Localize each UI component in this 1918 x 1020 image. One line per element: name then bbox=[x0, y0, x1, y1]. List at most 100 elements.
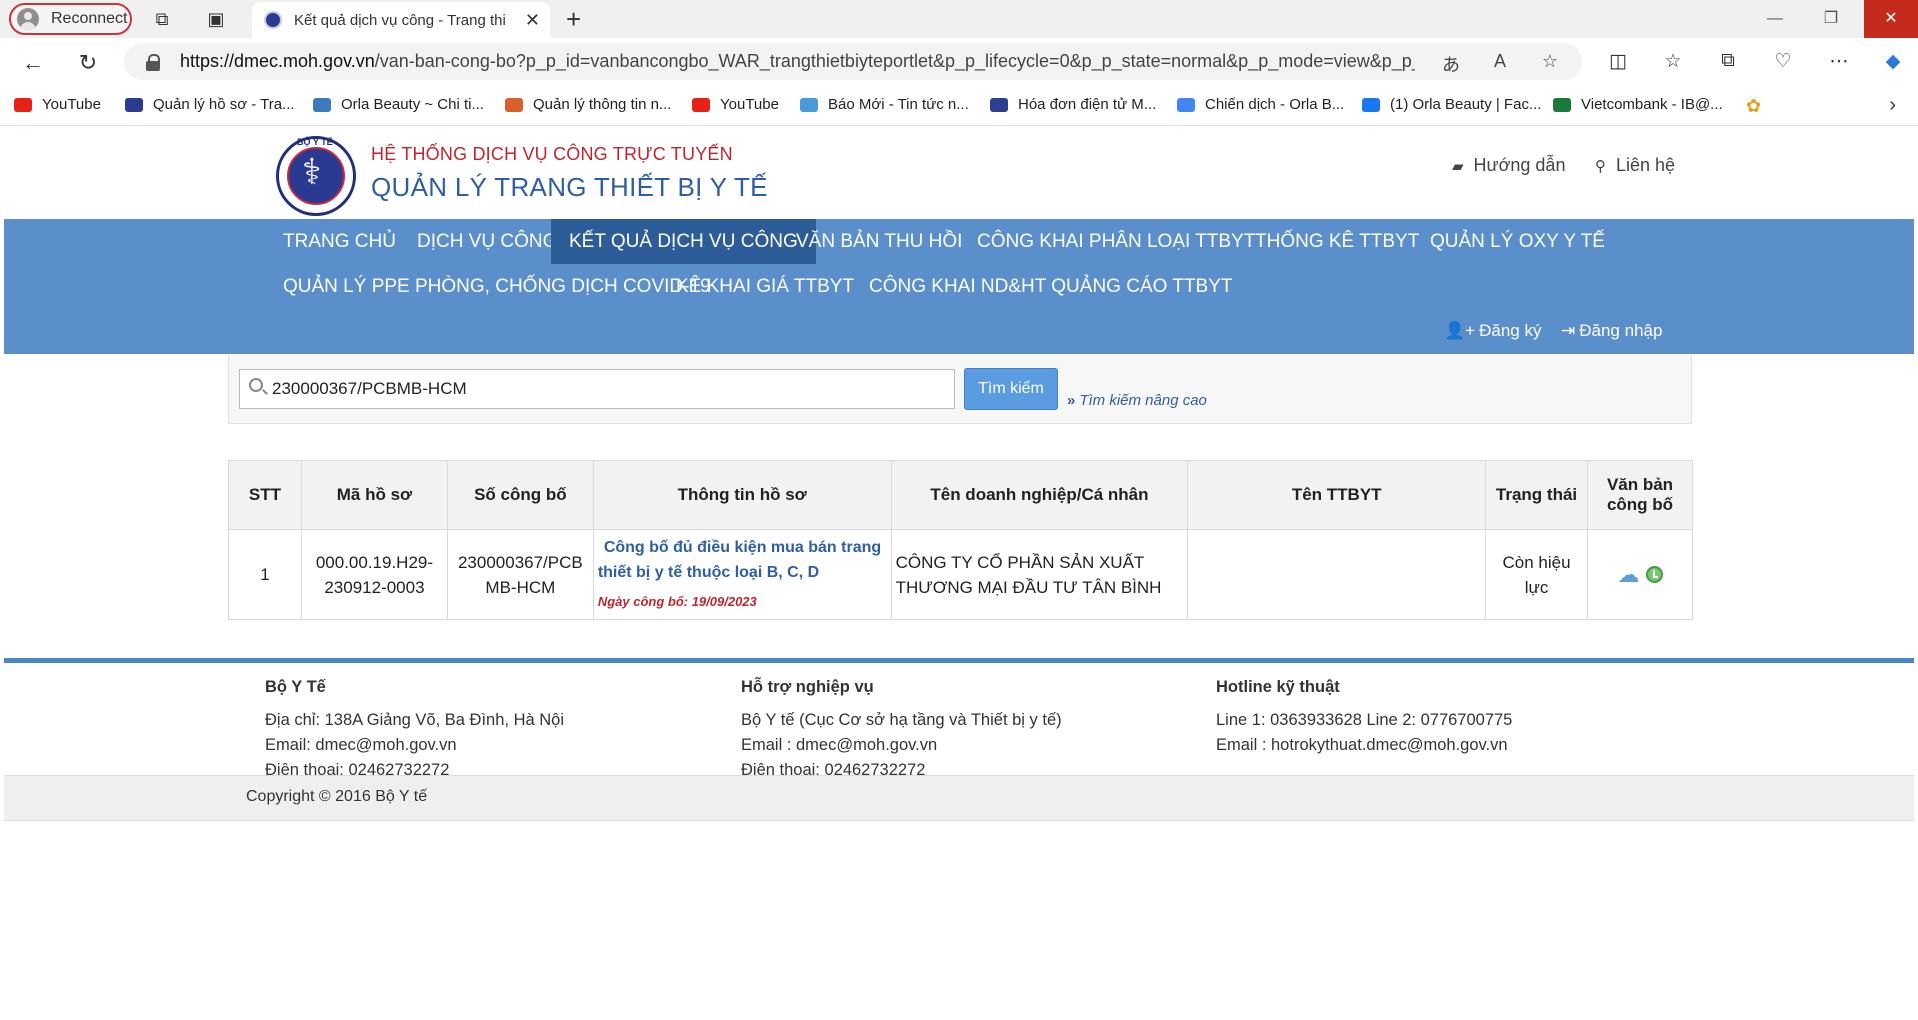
workspaces-icon[interactable]: ⧉ bbox=[152, 9, 172, 29]
bookmark-favicon-icon bbox=[990, 97, 1008, 112]
tab-actions-icon[interactable]: ▣ bbox=[206, 9, 226, 29]
guide-label: Hướng dẫn bbox=[1473, 155, 1566, 175]
collections-icon[interactable]: ⧉ bbox=[1715, 50, 1741, 72]
bookmark-item[interactable]: (1) Orla Beauty | Fac... bbox=[1362, 96, 1541, 113]
results-table: STT Mã hồ sơ Số công bố Thông tin hồ sơ … bbox=[228, 460, 1693, 620]
tab-title: Kết quả dịch vụ công - Trang thi bbox=[294, 11, 506, 29]
bookmark-label: YouTube bbox=[42, 96, 101, 113]
bookmark-item[interactable]: Chiến dịch - Orla B... bbox=[1177, 96, 1344, 113]
nav-advertising[interactable]: CÔNG KHAI ND&HT QUẢNG CÁO TTBYT bbox=[851, 264, 1251, 309]
window-close-icon[interactable]: ✕ bbox=[1864, 0, 1918, 38]
login-label: Đăng nhập bbox=[1579, 321, 1663, 340]
refresh-icon[interactable]: ↻ bbox=[75, 50, 101, 76]
bookmark-favicon-icon bbox=[125, 97, 143, 112]
register-link[interactable]: 👤+ Đăng ký bbox=[1444, 321, 1541, 341]
cell-trang-thai: Còn hiệu lực bbox=[1485, 529, 1588, 620]
footer-line: Email: dmec@moh.gov.vn bbox=[265, 736, 457, 754]
nav-recalled-documents[interactable]: VĂN BẢN THU HỒI bbox=[778, 219, 980, 264]
nav-home[interactable]: TRANG CHỦ bbox=[265, 219, 414, 264]
search-icon bbox=[249, 378, 263, 392]
footer-line: Địa chỉ: 138A Giảng Võ, Ba Đình, Hà Nội bbox=[265, 711, 564, 729]
bookmark-favicon-icon bbox=[313, 97, 331, 112]
photos-bookmark-icon[interactable]: ✿ bbox=[1746, 96, 1761, 117]
cell-stt: 1 bbox=[228, 529, 302, 620]
bookmark-favicon-icon bbox=[14, 97, 32, 112]
favorites-icon[interactable]: ☆ bbox=[1660, 50, 1686, 73]
favorite-star-icon[interactable]: ☆ bbox=[1538, 51, 1562, 72]
cloud-download-icon[interactable] bbox=[1618, 562, 1640, 587]
footer-title: Hỗ trợ nghiệp vụ bbox=[741, 678, 874, 696]
url-field[interactable]: https://dmec.moh.gov.vn/van-ban-cong-bo?… bbox=[124, 43, 1582, 80]
search-button[interactable]: Tìm kiếm bbox=[964, 368, 1058, 410]
bookmark-item[interactable]: Hóa đơn điện tử M... bbox=[990, 96, 1156, 113]
nav-price-declaration[interactable]: KÊ KHAI GIÁ TTBYT bbox=[658, 264, 872, 309]
header-doanh-nghiep: Tên doanh nghiệp/Cá nhân bbox=[890, 460, 1189, 530]
translate-icon[interactable]: あ bbox=[1439, 51, 1463, 77]
address-bar: ← ↻ https://dmec.moh.gov.vn/van-ban-cong… bbox=[0, 38, 1918, 86]
bookmark-label: Quản lý hồ sơ - Tra... bbox=[153, 96, 295, 113]
web-page: BỘ Y TẾ HỆ THỐNG DỊCH VỤ CÔNG TRỰC TUYẾN… bbox=[4, 128, 1914, 1020]
map-marker-icon: ⚲ bbox=[1595, 157, 1606, 175]
advanced-search-link[interactable]: » Tìm kiếm nâng cao bbox=[1067, 392, 1207, 409]
bookmark-item[interactable]: YouTube bbox=[14, 96, 101, 113]
bookmark-favicon-icon bbox=[1553, 97, 1571, 112]
bookmark-favicon-icon bbox=[1362, 97, 1380, 112]
browser-tab-bar: Reconnect ⧉ ▣ Kết quả dịch vụ công - Tra… bbox=[0, 0, 1918, 38]
cell-doanh-nghiep: CÔNG TY CỔ PHẦN SẢN XUẤT THƯƠNG MẠI ĐẦU … bbox=[890, 529, 1189, 620]
double-chevron-icon: » bbox=[1067, 392, 1076, 409]
nav-statistics[interactable]: THỐNG KÊ TTBYT bbox=[1237, 219, 1437, 264]
restore-icon[interactable]: ❐ bbox=[1808, 0, 1854, 38]
profile-button[interactable]: Reconnect bbox=[9, 3, 132, 35]
nav-public-services[interactable]: DỊCH VỤ CÔNG bbox=[399, 219, 575, 264]
record-info-link[interactable]: Công bố đủ điều kiện mua bán trang thiết… bbox=[598, 535, 887, 585]
bookmark-label: Hóa đơn điện tử M... bbox=[1018, 96, 1157, 113]
guide-link[interactable]: ▰ Hướng dẫn bbox=[1452, 155, 1565, 176]
new-tab-icon[interactable]: + bbox=[566, 4, 581, 35]
table-header-row: STT Mã hồ sơ Số công bố Thông tin hồ sơ … bbox=[228, 460, 1693, 530]
bookmark-item[interactable]: Quản lý thông tin n... bbox=[505, 96, 671, 113]
footer-title: Bộ Y Tế bbox=[265, 678, 326, 696]
bookmark-favicon-icon bbox=[505, 97, 523, 112]
minimize-icon[interactable]: — bbox=[1752, 0, 1798, 38]
lock-icon bbox=[146, 53, 160, 71]
browser-tab-active[interactable]: Kết quả dịch vụ công - Trang thi ✕ bbox=[252, 2, 550, 38]
login-link[interactable]: ⇥ Đăng nhập bbox=[1561, 321, 1662, 341]
nav-service-results[interactable]: KẾT QUẢ DỊCH VỤ CÔNG bbox=[551, 219, 816, 264]
bookmarks-overflow-icon[interactable]: › bbox=[1889, 94, 1896, 117]
register-label: Đăng ký bbox=[1479, 321, 1542, 340]
bookmark-item[interactable]: Vietcombank - IB@... bbox=[1553, 96, 1723, 113]
header-ten-ttbyt: Tên TTBYT bbox=[1187, 460, 1487, 530]
cell-van-ban bbox=[1587, 529, 1693, 620]
sign-in-icon: ⇥ bbox=[1561, 321, 1576, 340]
more-menu-icon[interactable]: ⋯ bbox=[1826, 50, 1852, 73]
back-icon[interactable]: ← bbox=[20, 50, 46, 76]
search-input[interactable] bbox=[239, 369, 955, 409]
bookmark-item[interactable]: Báo Mới - Tin tức n... bbox=[800, 96, 969, 113]
bookmark-favicon-icon bbox=[1177, 97, 1195, 112]
bookmark-item[interactable]: Orla Beauty ~ Chi ti... bbox=[313, 96, 484, 113]
split-screen-icon[interactable]: ◫ bbox=[1605, 50, 1631, 73]
read-aloud-icon[interactable]: A bbox=[1488, 51, 1512, 72]
advanced-search-label: Tìm kiếm nâng cao bbox=[1079, 392, 1207, 409]
site-footer: Bộ Y Tế Địa chỉ: 138A Giảng Võ, Ba Đình,… bbox=[4, 658, 1914, 779]
nav-classification[interactable]: CÔNG KHAI PHÂN LOẠI TTBYT bbox=[959, 219, 1273, 264]
copyright-bar: Copyright © 2016 Bộ Y tế bbox=[4, 775, 1914, 821]
tab-close-icon[interactable]: ✕ bbox=[525, 10, 540, 31]
site-subtitle: HỆ THỐNG DỊCH VỤ CÔNG TRỰC TUYẾN bbox=[371, 144, 733, 164]
header-trang-thai: Trạng thái bbox=[1485, 460, 1588, 530]
profile-label: Reconnect bbox=[51, 10, 128, 27]
copilot-icon[interactable]: ◆ bbox=[1880, 50, 1906, 73]
nav-oxygen[interactable]: QUẢN LÝ OXY Y TẾ bbox=[1412, 219, 1623, 264]
browser-essentials-icon[interactable]: ♡ bbox=[1770, 50, 1796, 73]
bookmark-favicon-icon bbox=[800, 97, 818, 112]
user-plus-icon: 👤+ bbox=[1444, 321, 1476, 340]
footer-title: Hotline kỹ thuật bbox=[1216, 678, 1340, 696]
site-title[interactable]: QUẢN LÝ TRANG THIẾT BỊ Y TẾ bbox=[371, 172, 768, 203]
history-icon[interactable] bbox=[1645, 566, 1663, 583]
bookmark-item[interactable]: Quản lý hồ sơ - Tra... bbox=[125, 96, 295, 113]
bookmark-item[interactable]: YouTube bbox=[692, 96, 779, 113]
contact-link[interactable]: ⚲ Liên hệ bbox=[1595, 155, 1675, 176]
footer-line: Email : hotrokythuat.dmec@moh.gov.vn bbox=[1216, 736, 1508, 754]
site-header: BỘ Y TẾ HỆ THỐNG DỊCH VỤ CÔNG TRỰC TUYẾN… bbox=[4, 128, 1914, 219]
ministry-logo-icon[interactable]: BỘ Y TẾ bbox=[276, 136, 356, 216]
